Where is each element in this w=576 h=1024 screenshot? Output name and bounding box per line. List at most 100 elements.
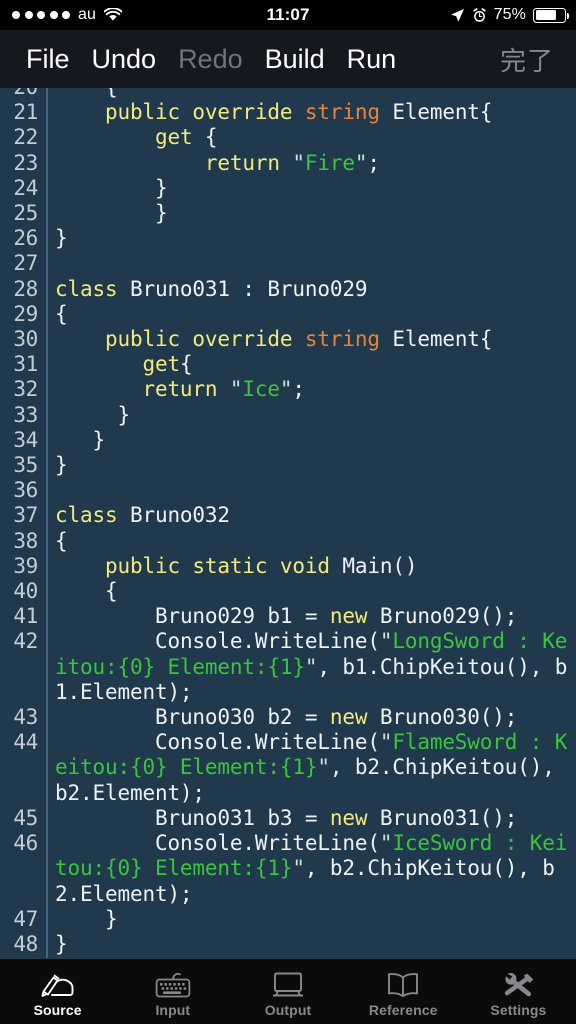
tab-source[interactable]: Source: [0, 959, 115, 1024]
code-lines[interactable]: 20 {21 public override string Element{22…: [0, 88, 576, 957]
code-token: new: [329, 604, 368, 629]
code-line[interactable]: 40 {: [0, 579, 576, 604]
code-text[interactable]: {: [46, 529, 576, 554]
code-token: ": [379, 730, 393, 755]
code-line[interactable]: 34 }: [0, 428, 576, 453]
code-token: }: [55, 402, 130, 427]
code-text[interactable]: Console.WriteLine("FlameSword : Keitou:{…: [46, 730, 576, 806]
code-text[interactable]: }: [46, 201, 576, 226]
code-text[interactable]: class Bruno031 : Bruno029: [46, 277, 576, 302]
code-text[interactable]: return "Ice";: [46, 377, 576, 402]
code-text[interactable]: }: [46, 428, 576, 453]
code-line[interactable]: 25 }: [0, 201, 576, 226]
code-token: ;: [292, 377, 305, 402]
code-line[interactable]: 32 return "Ice";: [0, 377, 576, 402]
code-text[interactable]: public static void Main(): [46, 554, 576, 579]
code-line[interactable]: 48}: [0, 932, 576, 957]
line-number: 45: [13, 805, 38, 830]
code-token: ": [379, 831, 393, 856]
toolbar-menu: File Undo Redo Build Run: [26, 45, 397, 73]
code-token: Ice: [242, 377, 280, 402]
code-text[interactable]: Console.WriteLine("IceSword : Keitou:{0}…: [46, 831, 576, 907]
code-text[interactable]: get {: [46, 125, 576, 150]
code-token: return: [142, 377, 218, 402]
code-line[interactable]: 23 return "Fire";: [0, 151, 576, 176]
line-number: 32: [13, 377, 38, 402]
code-text[interactable]: }: [46, 932, 576, 957]
code-line[interactable]: 27: [0, 251, 576, 276]
code-token: {: [55, 579, 118, 604]
code-line[interactable]: 28 class Bruno031 : Bruno029: [0, 277, 576, 302]
code-line[interactable]: 44 Console.WriteLine("FlameSword : Keito…: [0, 730, 576, 806]
code-line[interactable]: 29 {: [0, 302, 576, 327]
code-line[interactable]: 21 public override string Element{: [0, 100, 576, 125]
code-line[interactable]: 26}: [0, 226, 576, 251]
code-editor[interactable]: 20 {21 public override string Element{22…: [0, 88, 576, 958]
code-line[interactable]: 46 Console.WriteLine("IceSword : Keitou:…: [0, 831, 576, 907]
code-text[interactable]: {: [46, 302, 576, 327]
code-text[interactable]: get{: [46, 352, 576, 377]
tab-label: Source: [33, 1002, 82, 1018]
build-button[interactable]: Build: [265, 45, 325, 73]
tab-reference[interactable]: Reference: [346, 959, 461, 1024]
code-text[interactable]: }: [46, 176, 576, 201]
code-text[interactable]: }: [46, 907, 576, 932]
code-text[interactable]: [46, 251, 576, 276]
code-text[interactable]: }: [46, 403, 576, 428]
code-line[interactable]: 37 class Bruno032: [0, 503, 576, 528]
code-line[interactable]: 39 public static void Main(): [0, 554, 576, 579]
code-text[interactable]: return "Fire";: [46, 151, 576, 176]
line-number: 33: [13, 402, 38, 427]
code-line[interactable]: 35}: [0, 453, 576, 478]
code-text[interactable]: }: [46, 226, 576, 251]
code-line[interactable]: 38 {: [0, 529, 576, 554]
pen-hand-icon: [41, 969, 75, 999]
code-token: ": [229, 377, 243, 402]
code-line[interactable]: 24 }: [0, 176, 576, 201]
code-line[interactable]: 36: [0, 478, 576, 503]
code-text[interactable]: {: [46, 88, 576, 100]
run-button[interactable]: Run: [347, 45, 397, 73]
code-line[interactable]: 22 get {: [0, 125, 576, 150]
line-number: 29: [13, 301, 38, 326]
line-number: 36: [13, 478, 38, 503]
code-text[interactable]: Bruno030 b2 = new Bruno030();: [46, 705, 576, 730]
code-text[interactable]: class Bruno032: [46, 503, 576, 528]
location-arrow-icon: [450, 8, 465, 23]
code-line[interactable]: 33 }: [0, 403, 576, 428]
tab-output[interactable]: Output: [230, 959, 345, 1024]
code-line[interactable]: 42 Console.WriteLine("LongSword : Keitou…: [0, 629, 576, 705]
code-line[interactable]: 43 Bruno030 b2 = new Bruno030();: [0, 705, 576, 730]
code-line[interactable]: 45 Bruno031 b3 = new Bruno031();: [0, 806, 576, 831]
code-text[interactable]: {: [46, 579, 576, 604]
code-line[interactable]: 41 Bruno029 b1 = new Bruno029();: [0, 604, 576, 629]
code-text[interactable]: public override string Element{: [46, 100, 576, 125]
file-button[interactable]: File: [26, 45, 70, 73]
code-line[interactable]: 31 get{: [0, 352, 576, 377]
code-text[interactable]: [46, 478, 576, 503]
code-line[interactable]: 47 }: [0, 907, 576, 932]
code-text[interactable]: Bruno029 b1 = new Bruno029();: [46, 604, 576, 629]
done-button[interactable]: 完了: [500, 41, 554, 78]
code-token: Console.WriteLine(: [55, 831, 380, 856]
code-line[interactable]: 20 {: [0, 88, 576, 100]
code-text[interactable]: Console.WriteLine("LongSword : Keitou:{0…: [46, 629, 576, 705]
tab-settings[interactable]: Settings: [461, 959, 576, 1024]
code-text[interactable]: Bruno031 b3 = new Bruno031();: [46, 806, 576, 831]
tab-input[interactable]: Input: [115, 959, 230, 1024]
code-token: }: [55, 931, 68, 956]
line-number: 44: [13, 730, 38, 755]
code-line[interactable]: 30 public override string Element{: [0, 327, 576, 352]
line-number: 35: [13, 453, 38, 478]
monitor-icon: [272, 969, 304, 999]
undo-button[interactable]: Undo: [92, 45, 157, 73]
editor-toolbar: File Undo Redo Build Run 完了: [0, 30, 576, 88]
code-text[interactable]: public override string Element{: [46, 327, 576, 352]
tab-label: Reference: [368, 1002, 438, 1018]
line-number: 28: [13, 276, 38, 301]
code-text[interactable]: }: [46, 453, 576, 478]
code-token: string: [304, 100, 380, 125]
